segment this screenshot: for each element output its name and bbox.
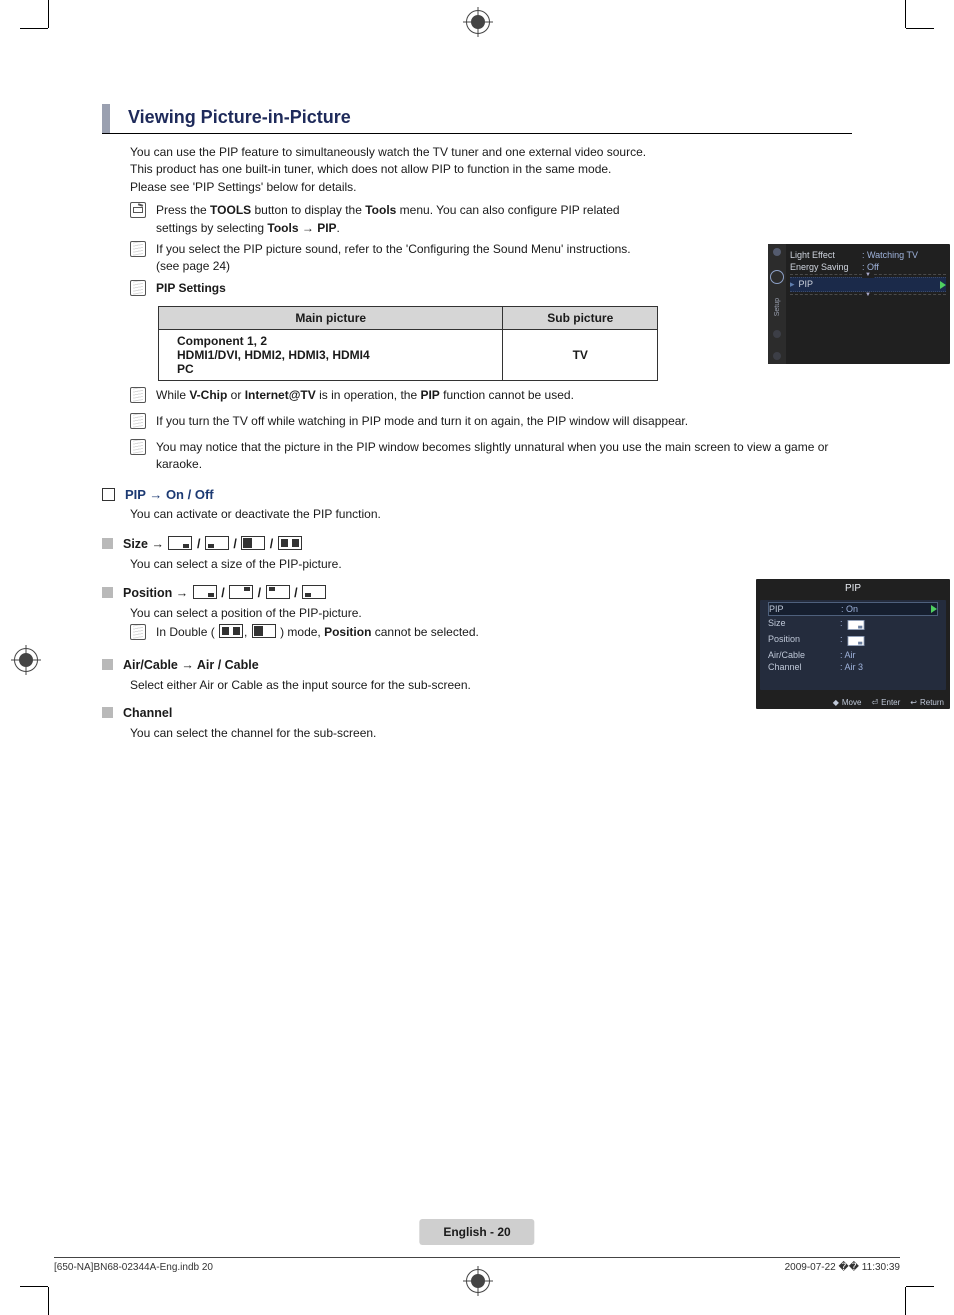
pip-pos-bl-icon [302, 585, 326, 599]
option-size-label: Size → / / / [123, 536, 303, 551]
subsection-title: PIP → On / Off [125, 487, 214, 502]
osd-setup-selected-pip: ▸ PIP [790, 277, 946, 292]
tools-icon [130, 202, 146, 218]
osd-tab-dot [773, 330, 781, 338]
crop-mark [906, 1286, 934, 1287]
notes-list-lower: While V-Chip or Internet@TV is in operat… [130, 387, 852, 474]
enter-icon: ⏎ [871, 698, 878, 707]
note-icon [130, 439, 146, 455]
option-channel-label: Channel [123, 706, 172, 720]
note-icon [130, 387, 146, 403]
option-position-row: Position → / / / [102, 585, 852, 600]
osd-pip-body: PIP: On Size: Position: Air/Cable: Air C… [760, 600, 946, 690]
manual-page: Viewing Picture-in-Picture You can use t… [0, 0, 954, 1315]
intro-paragraph: You can use the PIP feature to simultane… [130, 144, 650, 196]
pip-settings-label: PIP Settings [156, 280, 226, 302]
crop-mark [905, 1287, 906, 1315]
osd-tab-dot [773, 248, 781, 256]
note-icon [130, 241, 146, 257]
note-icon [130, 280, 146, 296]
heading-accent-bar [102, 104, 110, 133]
crop-mark [905, 0, 906, 28]
section-heading-row: Viewing Picture-in-Picture [102, 104, 852, 134]
pip-pos-br-icon [193, 585, 217, 599]
updown-icon: ◆ [833, 698, 839, 707]
note-sound: If you select the PIP picture sound, ref… [130, 241, 640, 276]
option-aircable-row: Air/Cable → Air / Cable [102, 658, 852, 672]
option-size-row: Size → / / / [102, 536, 852, 551]
osd-setup-body: Light Effect: Watching TV Energy Saving:… [790, 250, 946, 297]
note-icon [130, 413, 146, 429]
footer-timestamp: 2009-07-22 �� 11:30:39 [785, 1262, 900, 1273]
crop-mark [48, 0, 49, 28]
chevron-right-icon [940, 281, 946, 289]
subsection-pip-onoff-body: You can activate or deactivate the PIP f… [130, 506, 640, 523]
return-icon: ↩ [910, 698, 917, 707]
notes-list: Press the TOOLS button to display the To… [130, 202, 852, 302]
note-unnatural: You may notice that the picture in the P… [130, 439, 850, 474]
gray-square-icon [102, 538, 113, 549]
note-tools-text: Press the TOOLS button to display the To… [156, 202, 640, 237]
note-vchip-text: While V-Chip or Internet@TV is in operat… [156, 387, 574, 409]
osd-footer-hints: ◆Move ⏎Enter ↩Return [833, 698, 944, 707]
gray-square-icon [102, 659, 113, 670]
crop-mark [906, 28, 934, 29]
osd-pip-menu: PIP PIP: On Size: Position: Air/Cable: A… [756, 579, 950, 709]
table-main-cell: Component 1, 2 HDMI1/DVI, HDMI2, HDMI3, … [159, 329, 503, 380]
gray-square-icon [102, 707, 113, 718]
pip-size-small-br-icon [168, 536, 192, 550]
registration-mark [466, 10, 490, 34]
note-sound-text: If you select the PIP picture sound, ref… [156, 241, 640, 276]
note-unnatural-text: You may notice that the picture in the P… [156, 439, 850, 474]
pip-settings-heading: PIP Settings [130, 280, 640, 302]
option-aircable-body: Select either Air or Cable as the input … [130, 676, 852, 694]
table-header-sub: Sub picture [503, 306, 658, 329]
osd-tab-dot [773, 352, 781, 360]
table-sub-cell: TV [503, 329, 658, 380]
hollow-square-icon [102, 488, 115, 501]
osd-pip-title: PIP [756, 579, 950, 600]
note-tools: Press the TOOLS button to display the To… [130, 202, 640, 237]
note-tvoff-text: If you turn the TV off while watching in… [156, 413, 688, 435]
crop-mark [20, 28, 48, 29]
print-footer: [650-NA]BN68-02344A-Eng.indb 20 2009-07-… [54, 1257, 900, 1273]
option-position-label: Position → / / / [123, 585, 327, 600]
pip-pos-tl-icon [266, 585, 290, 599]
chevron-right-icon [931, 605, 937, 613]
pip-size-small-bl-icon [205, 536, 229, 550]
crop-mark [48, 1287, 49, 1315]
option-size-body: You can select a size of the PIP-picture… [130, 555, 852, 573]
note-icon [130, 624, 146, 640]
table-header-main: Main picture [159, 306, 503, 329]
pip-size-double-side-icon [278, 536, 302, 550]
option-channel-row: Channel [102, 706, 852, 720]
page-content: Viewing Picture-in-Picture You can use t… [102, 104, 852, 742]
osd-setup-tabs: Setup [768, 244, 786, 364]
pip-size-double-vert-icon [241, 536, 265, 550]
page-number-pill: English - 20 [419, 1219, 534, 1245]
option-position-body: You can select a position of the PIP-pic… [130, 604, 852, 646]
footer-filename: [650-NA]BN68-02344A-Eng.indb 20 [54, 1262, 213, 1273]
subsection-pip-onoff: PIP → On / Off [102, 487, 852, 502]
osd-pip-selected: PIP: On [768, 602, 938, 616]
registration-mark [14, 648, 38, 672]
note-vchip: While V-Chip or Internet@TV is in operat… [130, 387, 850, 409]
pip-double-icon [219, 624, 243, 638]
note-tvoff: If you turn the TV off while watching in… [130, 413, 850, 435]
gray-square-icon [102, 587, 113, 598]
position-note-text: In Double ( , ) mode, Position cannot be… [156, 624, 479, 646]
osd-setup-menu: Setup Light Effect: Watching TV Energy S… [768, 244, 950, 364]
gear-icon [770, 270, 784, 284]
option-channel-body: You can select the channel for the sub-s… [130, 724, 852, 742]
pip-double-icon [252, 624, 276, 638]
crop-mark [20, 1286, 48, 1287]
option-aircable-label: Air/Cable → Air / Cable [123, 658, 259, 672]
section-heading: Viewing Picture-in-Picture [128, 104, 351, 133]
pip-settings-table: Main picture Sub picture Component 1, 2 … [158, 306, 658, 381]
osd-setup-tab-label: Setup [774, 298, 781, 316]
pip-pos-tr-icon [229, 585, 253, 599]
